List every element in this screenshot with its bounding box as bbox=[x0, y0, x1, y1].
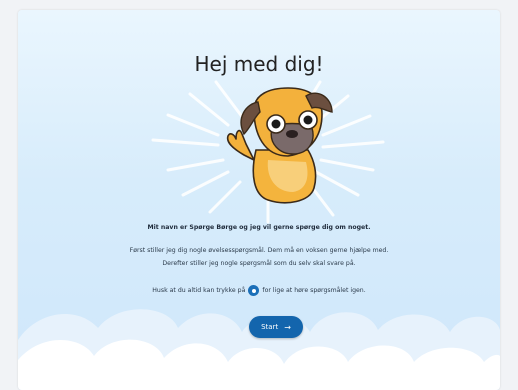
welcome-card: Hej med dig! Mit navn er Spørge Børge og… bbox=[18, 10, 500, 390]
arrow-right-icon: → bbox=[284, 322, 291, 332]
start-button[interactable]: Start → bbox=[249, 316, 303, 338]
start-label: Start bbox=[261, 323, 279, 331]
